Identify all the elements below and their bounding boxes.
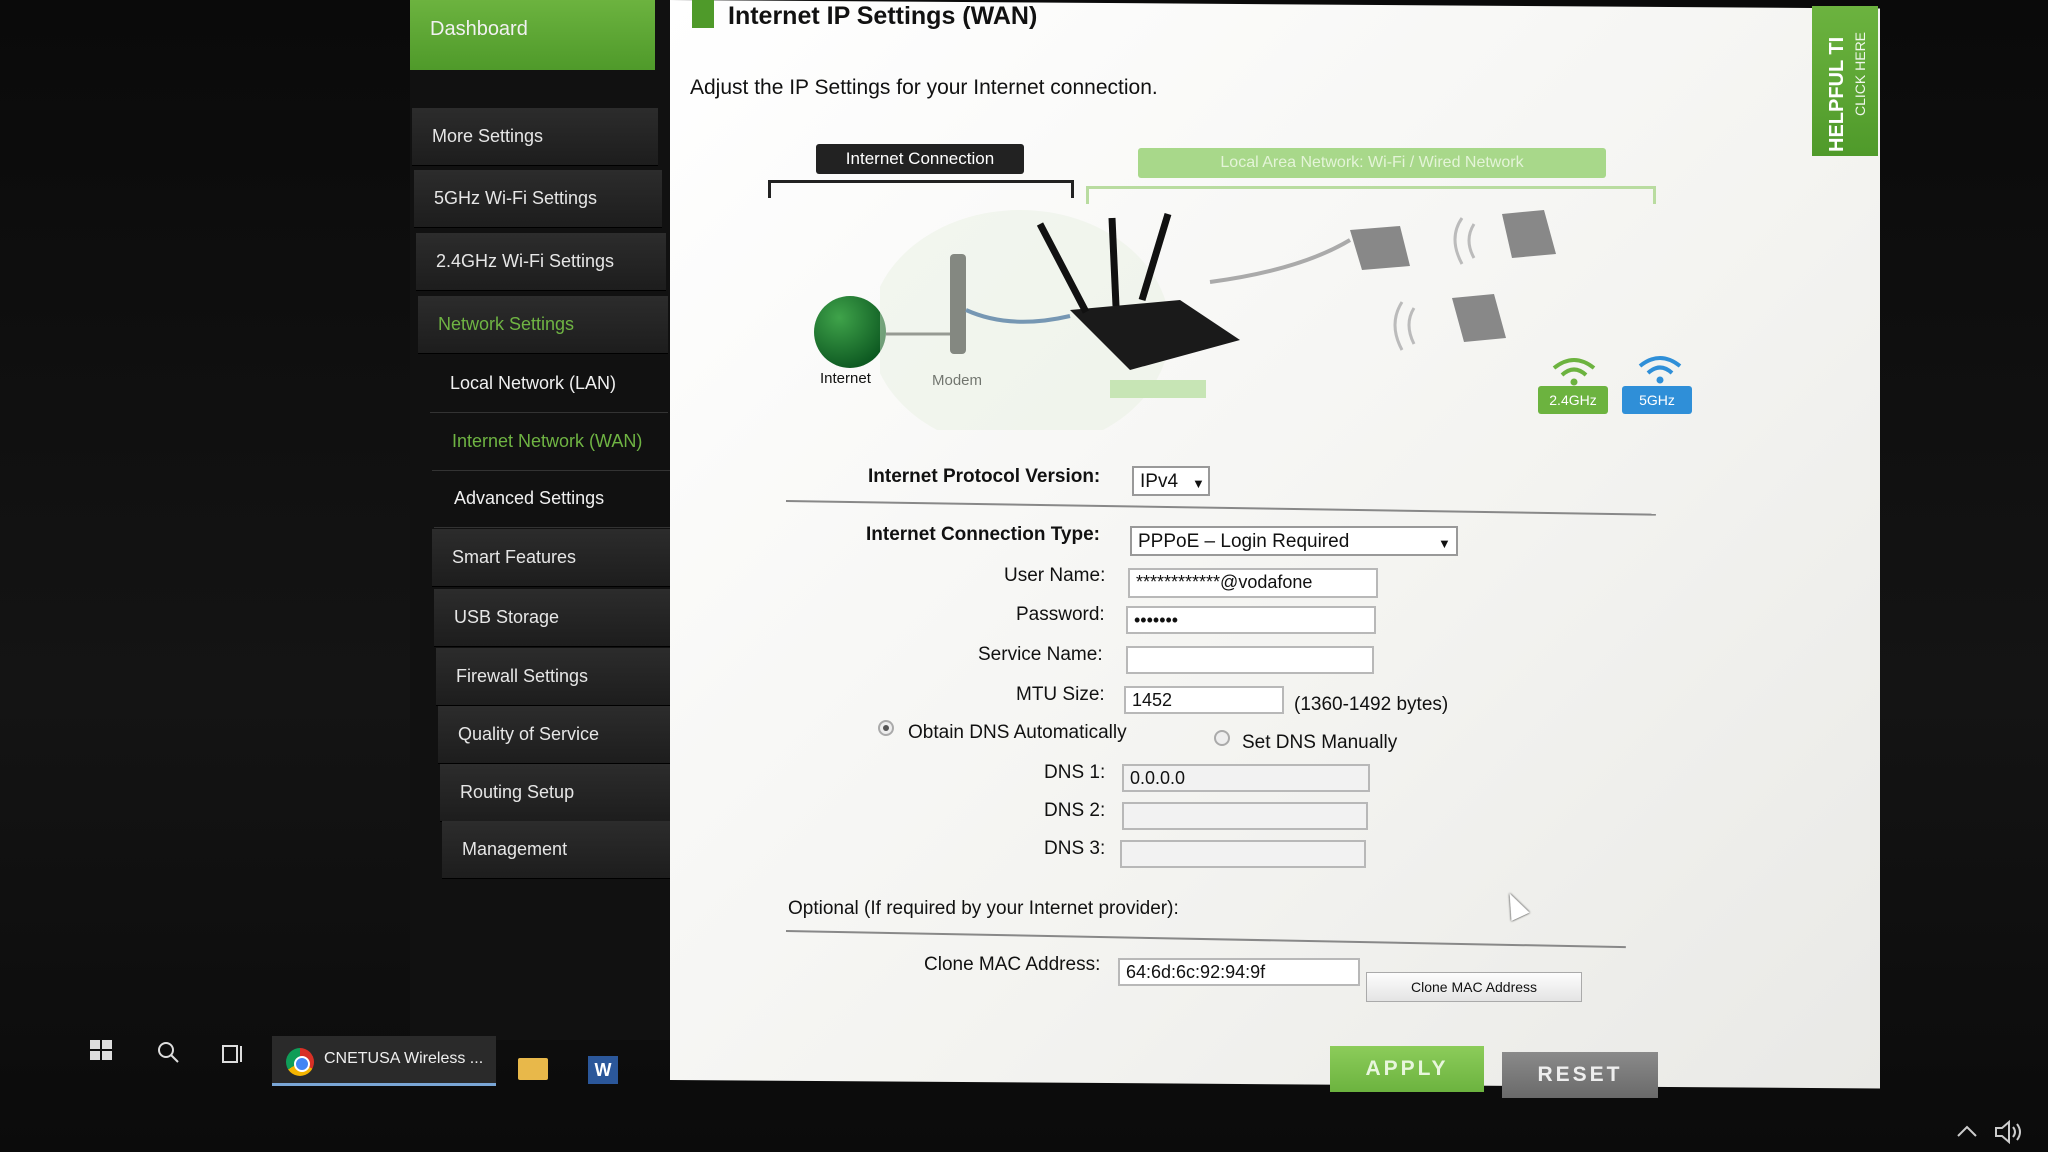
word-icon[interactable]: W	[588, 1056, 618, 1084]
protocol-version-label: Internet Protocol Version:	[868, 466, 1101, 487]
username-input[interactable]: ************@vodafone	[1128, 568, 1378, 598]
sidebar-item-24ghz[interactable]: 2.4GHz Wi-Fi Settings	[416, 233, 666, 291]
helpful-tips-subtitle: CLICK HERE	[1852, 31, 1868, 116]
sidebar-item-wan[interactable]: Internet Network (WAN)	[432, 413, 670, 471]
chrome-icon	[286, 1048, 314, 1076]
wifi-24ghz-icon	[1552, 358, 1596, 386]
sidebar-item-qos[interactable]: Quality of Service	[438, 706, 678, 764]
chevron-up-icon[interactable]	[1956, 1124, 1978, 1138]
sidebar-dashboard[interactable]: Dashboard	[410, 0, 655, 70]
internet-label: Internet	[820, 370, 871, 387]
volume-icon[interactable]	[1994, 1120, 2024, 1144]
task-view-icon[interactable]	[222, 1044, 246, 1064]
sidebar-item-advanced[interactable]: Advanced Settings	[434, 470, 672, 528]
page-title: Internet IP Settings (WAN)	[728, 2, 1038, 30]
dns-manual-radio[interactable]	[1214, 730, 1230, 746]
sidebar-item-lan[interactable]: Local Network (LAN)	[430, 355, 668, 413]
local-network-pill: Local Area Network: Wi-Fi / Wired Networ…	[1138, 148, 1606, 178]
username-label: User Name:	[1004, 565, 1106, 586]
password-label: Password:	[1016, 604, 1105, 625]
band-5ghz-badge: 5GHz	[1622, 386, 1692, 414]
page-description: Adjust the IP Settings for your Internet…	[690, 76, 1158, 99]
sidebar-item-5ghz[interactable]: 5GHz Wi-Fi Settings	[414, 170, 662, 228]
connection-type-value: PPPoE – Login Required	[1138, 531, 1350, 552]
internet-connection-pill: Internet Connection	[816, 144, 1024, 174]
service-name-input[interactable]	[1126, 646, 1374, 674]
sidebar-item-more-settings[interactable]: More Settings	[412, 108, 658, 166]
clone-mac-input[interactable]: 64:6d:6c:92:94:9f	[1118, 958, 1360, 986]
sidebar-item-network-settings[interactable]: Network Settings	[418, 296, 668, 354]
dns3-label: DNS 3:	[1044, 838, 1106, 859]
search-icon[interactable]	[156, 1040, 180, 1064]
dns-auto-radio[interactable]	[878, 720, 894, 736]
band-24ghz-badge: 2.4GHz	[1538, 386, 1608, 414]
clone-mac-label: Clone MAC Address:	[924, 954, 1101, 975]
optional-note: Optional (If required by your Internet p…	[788, 898, 1179, 919]
mtu-size-input[interactable]: 1452	[1124, 686, 1284, 714]
chevron-down-icon: ▼	[1192, 476, 1205, 491]
screen: Dashboard More Settings 5GHz Wi-Fi Setti…	[0, 0, 2048, 1152]
dns1-input[interactable]: 0.0.0.0	[1122, 764, 1370, 792]
connection-type-select[interactable]: PPPoE – Login Required ▼	[1130, 526, 1458, 556]
wifi-5ghz-icon	[1638, 356, 1682, 384]
sidebar-item-smart-features[interactable]: Smart Features	[432, 529, 672, 587]
windows-start-icon[interactable]	[90, 1040, 114, 1062]
sidebar-item-management[interactable]: Management	[442, 821, 682, 879]
protocol-version-value: IPv4	[1140, 471, 1179, 492]
sidebar-item-firewall[interactable]: Firewall Settings	[436, 648, 676, 706]
helpful-tips-tab[interactable]: HELPFUL TI CLICK HERE	[1812, 6, 1878, 156]
internet-bracket	[768, 180, 1074, 198]
protocol-version-select[interactable]: IPv4 ▼	[1132, 466, 1210, 496]
title-marker	[692, 0, 714, 28]
sidebar-item-routing[interactable]: Routing Setup	[440, 764, 680, 822]
file-explorer-icon[interactable]	[518, 1058, 548, 1080]
connection-type-label: Internet Connection Type:	[866, 524, 1100, 545]
mtu-size-hint: (1360-1492 bytes)	[1294, 694, 1449, 715]
service-name-label: Service Name:	[978, 644, 1103, 665]
dns3-input[interactable]	[1120, 840, 1366, 868]
chevron-down-icon: ▼	[1438, 536, 1451, 551]
dns2-label: DNS 2:	[1044, 800, 1106, 821]
internet-globe-icon	[814, 296, 886, 368]
dns-auto-label: Obtain DNS Automatically	[908, 722, 1127, 743]
helpful-tips-title: HELPFUL TI	[1826, 36, 1848, 152]
taskbar-app-label: CNETUSA Wireless ...	[324, 1050, 484, 1067]
sidebar-item-usb-storage[interactable]: USB Storage	[434, 589, 674, 647]
dns-manual-label: Set DNS Manually	[1242, 732, 1398, 753]
mtu-size-label: MTU Size:	[1016, 684, 1105, 705]
dns1-label: DNS 1:	[1044, 762, 1106, 783]
password-input[interactable]: •••••••	[1126, 606, 1376, 634]
dns2-input[interactable]	[1122, 802, 1368, 830]
clone-mac-button[interactable]: Clone MAC Address	[1366, 972, 1582, 1002]
